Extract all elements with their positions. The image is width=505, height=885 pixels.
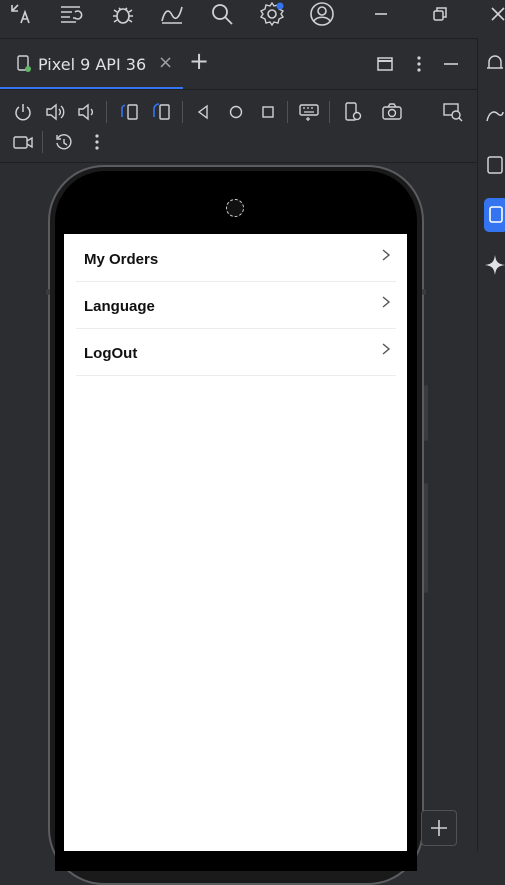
tab-pixel-9[interactable]: Pixel 9 API 36 × <box>0 39 183 89</box>
plus-icon <box>431 820 447 836</box>
restore-icon[interactable] <box>426 1 452 27</box>
device-tab-bar: Pixel 9 API 36 × + <box>0 39 477 90</box>
title-toolbar <box>0 0 505 39</box>
volume-down-icon[interactable] <box>76 101 98 123</box>
phone-volume-button <box>424 483 428 593</box>
minimize-icon[interactable] <box>368 1 394 27</box>
menu-item-label: Language <box>84 298 155 315</box>
home-icon[interactable] <box>225 101 247 123</box>
power-icon[interactable] <box>12 101 34 123</box>
emulator-area: My Orders Language LogOut <box>0 163 477 885</box>
snapshot-icon[interactable] <box>53 131 75 153</box>
back-icon[interactable] <box>192 101 214 123</box>
record-icon[interactable] <box>12 131 34 153</box>
toolbar-separator <box>106 101 107 123</box>
overview-icon[interactable] <box>257 101 279 123</box>
phone-side-button <box>46 289 50 295</box>
menu-item-my-orders[interactable]: My Orders <box>76 234 396 282</box>
rotate-left-icon[interactable] <box>118 101 140 123</box>
chevron-right-icon <box>382 343 391 355</box>
debug-icon[interactable] <box>110 1 136 27</box>
add-device-button[interactable] <box>421 810 457 846</box>
front-camera <box>226 199 244 217</box>
notifications-icon[interactable] <box>484 52 505 74</box>
phone-power-button <box>424 385 428 441</box>
volume-up-icon[interactable] <box>44 101 66 123</box>
gradle-icon[interactable] <box>484 104 505 126</box>
toolbar-separator <box>329 101 330 123</box>
more-icon[interactable] <box>86 131 108 153</box>
window-mode-icon[interactable] <box>376 55 394 73</box>
toolbar-separator <box>182 101 183 123</box>
route-icon[interactable] <box>159 1 185 27</box>
right-tool-strip <box>477 38 505 851</box>
keyboard-icon[interactable] <box>298 101 320 123</box>
device-controls-toolbar <box>0 90 477 163</box>
camera-icon[interactable] <box>381 101 403 123</box>
device-settings-icon[interactable] <box>342 101 364 123</box>
rotate-right-icon[interactable] <box>150 101 172 123</box>
more-options-icon[interactable] <box>410 55 428 73</box>
toolbar-separator <box>42 131 43 153</box>
menu-item-logout[interactable]: LogOut <box>76 328 396 376</box>
device-manager-icon[interactable] <box>484 154 505 176</box>
zoom-icon[interactable] <box>442 101 464 123</box>
search-icon[interactable] <box>209 1 235 27</box>
translate-icon[interactable] <box>8 1 34 27</box>
running-devices-icon[interactable] <box>484 198 505 232</box>
commit-icon[interactable] <box>58 1 84 27</box>
tab-active-indicator <box>0 87 183 89</box>
menu-item-label: My Orders <box>84 251 159 268</box>
hide-panel-icon[interactable] <box>442 55 460 73</box>
settings-icon[interactable] <box>259 1 285 27</box>
toolbar-separator <box>287 101 288 123</box>
add-tab-button[interactable]: + <box>189 47 209 75</box>
menu-item-language[interactable]: Language <box>76 281 396 329</box>
app-screen: My Orders Language LogOut <box>64 234 407 851</box>
tab-label: Pixel 9 API 36 <box>38 55 147 74</box>
tab-close-button[interactable]: × <box>158 52 173 73</box>
close-icon[interactable] <box>484 1 505 27</box>
chevron-right-icon <box>382 249 391 261</box>
chevron-right-icon <box>382 296 391 308</box>
account-icon[interactable] <box>309 1 335 27</box>
gemini-icon[interactable] <box>484 254 505 276</box>
device-tab-icon <box>16 55 32 73</box>
phone-side-button <box>422 289 426 295</box>
menu-item-label: LogOut <box>84 345 138 362</box>
